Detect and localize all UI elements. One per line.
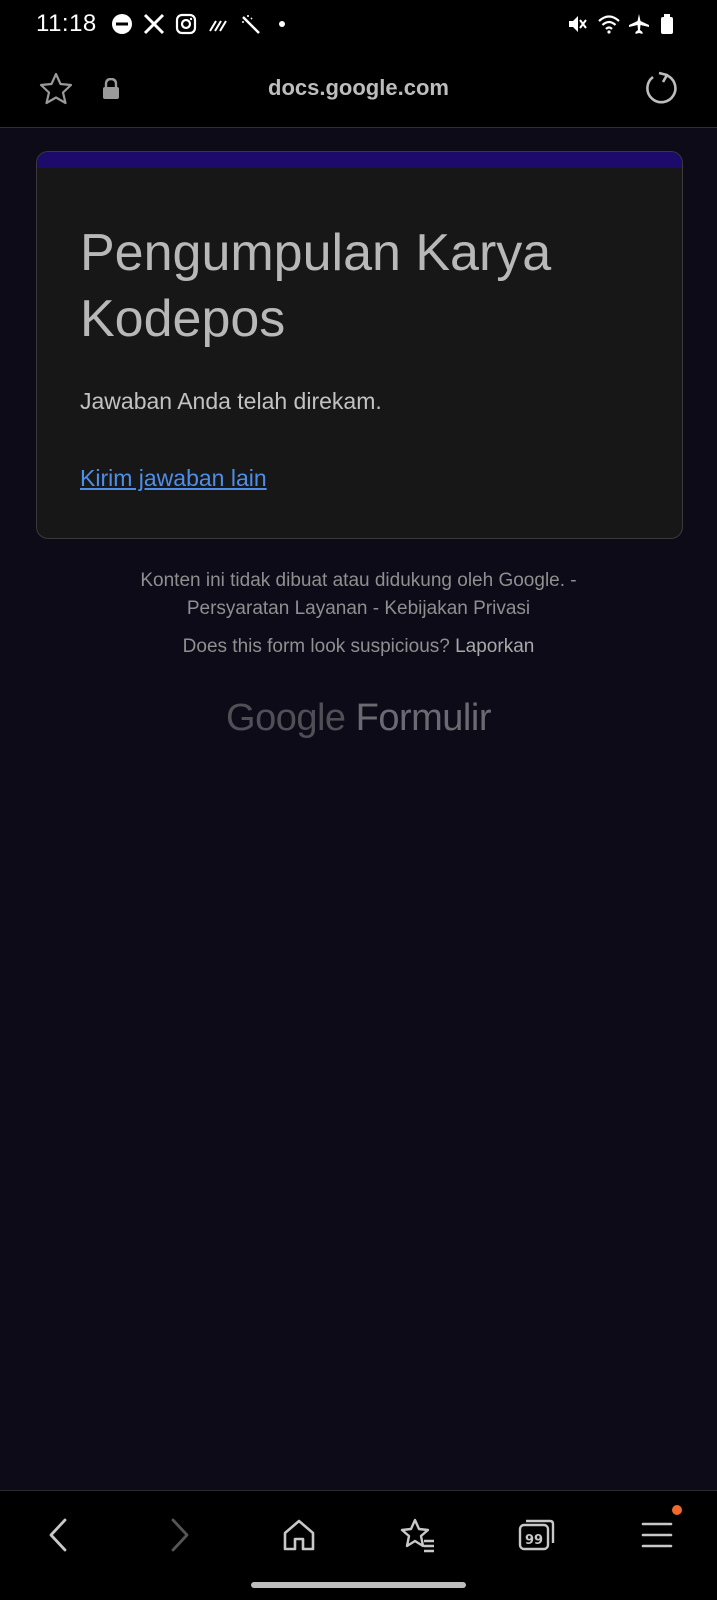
form-title: Pengumpulan Karya Kodepos	[80, 224, 552, 348]
wifi-icon	[597, 13, 620, 35]
status-bar: 11:18	[0, 0, 717, 48]
gesture-home-indicator[interactable]	[251, 1582, 466, 1588]
privacy-link[interactable]: Kebijakan Privasi	[384, 598, 530, 619]
forward-icon[interactable]	[158, 1513, 202, 1557]
separator: -	[367, 598, 385, 619]
airplane-icon	[628, 13, 650, 35]
x-app-icon	[143, 13, 165, 35]
brand-google: Google	[226, 697, 346, 739]
back-icon[interactable]	[36, 1513, 80, 1557]
url-text[interactable]: docs.google.com	[0, 75, 717, 101]
notification-badge	[672, 1505, 682, 1515]
report-link[interactable]: Laporkan	[455, 636, 534, 657]
address-bar: docs.google.com	[0, 48, 717, 128]
bookmarks-icon[interactable]	[396, 1513, 440, 1557]
suspicious-text: Does this form look suspicious?	[182, 636, 450, 657]
mute-vibrate-icon	[566, 13, 588, 35]
do-not-disturb-icon	[111, 13, 133, 35]
tabs-icon[interactable]: 99	[514, 1513, 558, 1557]
status-time: 11:18	[36, 10, 97, 37]
instagram-icon	[175, 13, 197, 35]
disclaimer-text: Konten ini tidak dibuat atau didukung ol…	[140, 570, 566, 591]
google-forms-logo[interactable]: Google Formulir	[0, 697, 717, 740]
home-icon[interactable]	[277, 1513, 321, 1557]
reload-icon[interactable]	[644, 70, 678, 106]
card-accent-bar	[37, 152, 682, 168]
footer-disclaimer: Konten ini tidak dibuat atau didukung ol…	[0, 567, 717, 623]
tabs-count: 99	[525, 1533, 543, 1548]
separator: -	[565, 570, 577, 591]
menu-icon[interactable]	[635, 1513, 679, 1557]
status-left-icons	[111, 13, 293, 35]
suspicious-line: Does this form look suspicious? Laporkan	[0, 636, 717, 658]
form-confirmation-card: Pengumpulan Karya Kodepos Jawaban Anda t…	[36, 151, 683, 539]
confirmation-message: Jawaban Anda telah direkam.	[80, 388, 382, 414]
battery-icon	[659, 13, 681, 35]
signal-bars-icon	[207, 13, 229, 35]
magic-wand-icon	[239, 13, 261, 35]
status-right-icons	[566, 13, 681, 35]
submit-another-link[interactable]: Kirim jawaban lain	[80, 465, 267, 492]
terms-link[interactable]: Persyaratan Layanan	[187, 598, 368, 619]
dot-icon	[271, 13, 293, 35]
brand-product: Formulir	[355, 697, 492, 739]
